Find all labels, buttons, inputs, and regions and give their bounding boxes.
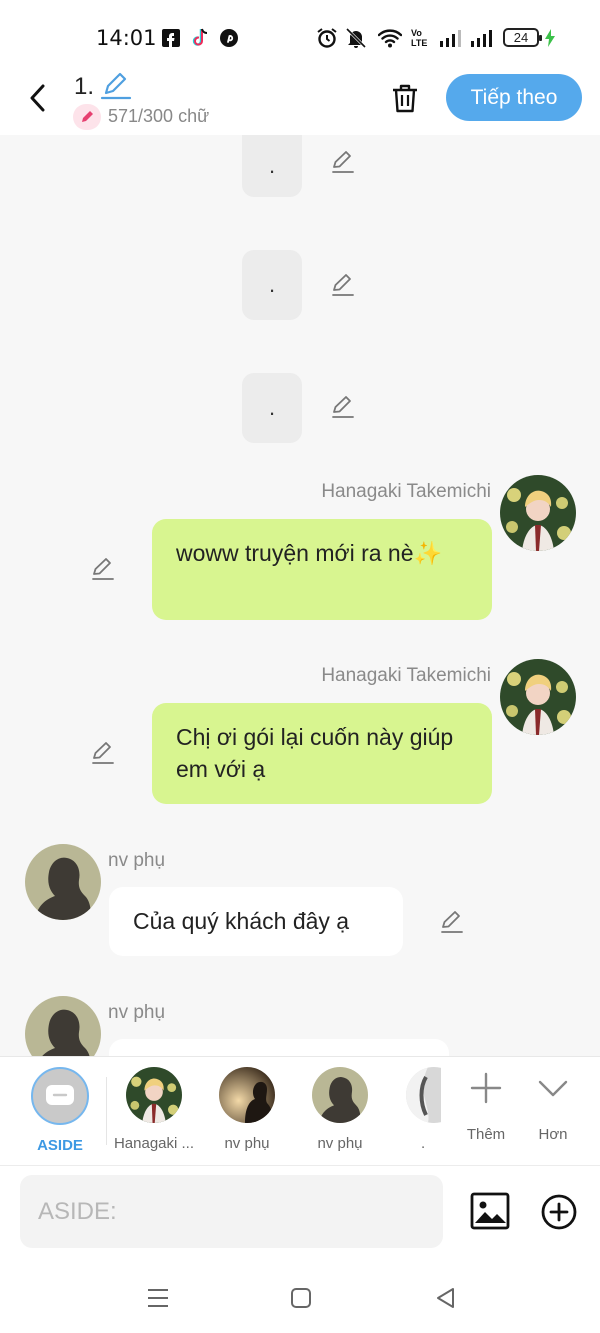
facebook-icon — [162, 27, 180, 49]
mute-icon — [344, 27, 368, 49]
add-label: Thêm — [466, 1126, 506, 1143]
next-button[interactable]: Tiếp theo — [446, 74, 582, 121]
sender-name: Hanagaki Takemichi — [321, 481, 491, 502]
aside-icon — [31, 1067, 89, 1125]
plus-icon — [470, 1072, 502, 1104]
image-icon — [470, 1192, 510, 1230]
volte-icon: Vo LTE — [410, 27, 432, 49]
word-count-pencil-icon — [73, 104, 101, 130]
back-triangle-icon — [437, 1288, 454, 1308]
character-label: ASIDE — [37, 1137, 83, 1154]
avatar-takemichi — [126, 1067, 182, 1123]
message-input[interactable] — [20, 1175, 443, 1248]
signal-icon-1 — [438, 27, 462, 49]
character-nv-phu-1[interactable]: nv phụ — [204, 1067, 290, 1152]
word-count: 571/300 chữ — [108, 106, 210, 126]
edit-message-icon[interactable] — [328, 147, 358, 177]
tiktok-icon — [190, 27, 210, 49]
back-nav-button[interactable] — [430, 1283, 460, 1313]
character-nv-phu-2[interactable]: nv phụ — [297, 1067, 383, 1152]
message-bubble[interactable]: Của quý khách đây ạ — [109, 887, 403, 956]
trash-icon — [393, 84, 417, 113]
avatar-takemichi[interactable] — [500, 475, 576, 551]
sender-name: nv phụ — [108, 850, 166, 871]
avatar-nv-phu[interactable] — [25, 844, 101, 920]
chevron-down-icon — [538, 1080, 568, 1097]
avatar-takemichi[interactable] — [500, 659, 576, 735]
signal-icon-2 — [469, 27, 493, 49]
menu-nav-button[interactable] — [143, 1283, 173, 1313]
svg-text:Vo: Vo — [411, 28, 422, 38]
message-bubble[interactable]: . — [242, 135, 302, 197]
character-takemichi[interactable]: Hanagaki ... — [111, 1067, 197, 1152]
chat-area[interactable]: . . . Hanagaki Takemichi woww truyện mới… — [0, 135, 600, 1056]
avatar-nv-phu — [219, 1067, 275, 1123]
home-icon — [291, 1288, 311, 1308]
avatar-partial — [406, 1067, 441, 1123]
alarm-icon — [316, 27, 338, 49]
avatar-nv-phu[interactable] — [25, 996, 101, 1056]
back-button[interactable] — [20, 78, 54, 118]
character-label: nv phụ — [224, 1135, 270, 1152]
message-bubble[interactable]: woww truyện mới ra nè✨ — [152, 519, 492, 620]
more-label: Hơn — [538, 1126, 568, 1143]
sender-name: Hanagaki Takemichi — [321, 665, 491, 686]
menu-icon — [148, 1289, 168, 1307]
insert-image-button[interactable] — [470, 1192, 510, 1230]
add-character-button[interactable]: Thêm — [456, 1071, 516, 1143]
chapter-title: 1. — [74, 73, 95, 100]
avatar-nv-phu — [312, 1067, 368, 1123]
sender-name: nv phụ — [108, 1002, 166, 1023]
character-bar: ASIDE Hanagaki ... nv phụ nv phụ . Thêm … — [0, 1056, 600, 1166]
edit-message-icon[interactable] — [88, 554, 118, 584]
separator — [106, 1077, 107, 1145]
message-bubble[interactable]: Chị ơi gói lại cuốn này giúp em với ạ — [152, 703, 492, 804]
status-time: 14:01 — [96, 26, 157, 50]
home-nav-button[interactable] — [286, 1283, 316, 1313]
plus-circle-icon — [541, 1194, 577, 1230]
character-label: . — [421, 1135, 426, 1152]
message-bubble[interactable]: . — [242, 250, 302, 320]
edit-title-icon[interactable] — [100, 71, 132, 101]
chevron-left-icon — [30, 84, 45, 112]
charging-icon — [544, 27, 556, 49]
character-aside[interactable]: ASIDE — [17, 1067, 103, 1154]
wifi-icon — [378, 27, 402, 49]
add-button[interactable] — [540, 1193, 578, 1231]
system-nav-bar — [0, 1263, 600, 1333]
svg-text:LTE: LTE — [411, 38, 427, 48]
delete-button[interactable] — [386, 78, 424, 118]
edit-message-icon[interactable] — [88, 738, 118, 768]
edit-message-icon[interactable] — [328, 270, 358, 300]
battery-indicator: 24 — [503, 28, 542, 47]
character-label: nv phụ — [317, 1135, 363, 1152]
message-bubble[interactable] — [109, 1039, 449, 1056]
edit-message-icon[interactable] — [328, 392, 358, 422]
message-bubble[interactable]: . — [242, 373, 302, 443]
status-bar: 14:01 Vo LTE 24 — [0, 0, 600, 70]
edit-message-icon[interactable] — [437, 907, 467, 937]
character-label: Hanagaki ... — [113, 1135, 195, 1152]
more-button[interactable]: Hơn — [523, 1071, 583, 1143]
character-partial[interactable]: . — [391, 1067, 441, 1152]
pinterest-icon — [219, 27, 239, 49]
header: 1. 571/300 chữ Tiếp theo — [0, 70, 600, 135]
input-area — [0, 1166, 600, 1263]
